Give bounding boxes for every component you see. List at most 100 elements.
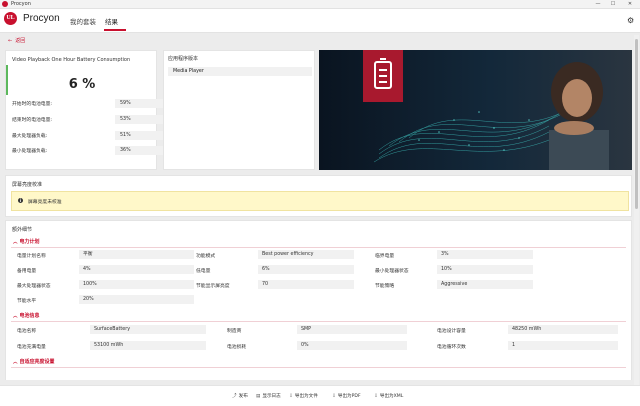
kv-label: 电池充满电量 xyxy=(17,345,46,350)
export-pdf-label: 导出为PDF xyxy=(337,394,361,399)
export-pdf-button[interactable]: ⇩ 导出为PDF xyxy=(332,393,361,399)
stat-value: 53% xyxy=(115,115,165,124)
app-version-title: 应用程序版本 xyxy=(168,56,199,62)
kv-value: 70 xyxy=(258,280,354,289)
stat-value: 51% xyxy=(115,131,165,140)
kv-value: SMP xyxy=(297,325,407,334)
stat-row: 结束时的电池电量: 53% xyxy=(12,115,165,124)
export-xml-button[interactable]: ⇩ 导出为XML xyxy=(374,393,403,399)
scrollbar-thumb[interactable] xyxy=(635,39,638,209)
kv-value: 平衡 xyxy=(79,250,194,259)
stat-label: 最大处理器负载: xyxy=(12,134,48,139)
close-button[interactable]: ✕ xyxy=(624,0,636,9)
section-divider xyxy=(11,367,626,368)
kv-value: 10% xyxy=(437,265,533,274)
kv-label: 制造商 xyxy=(227,329,242,334)
share-icon: ⤴ xyxy=(232,394,237,399)
adaptive-heading: 自适应亮度设置 xyxy=(19,359,55,365)
kv-label: 节能显示屏亮度 xyxy=(196,284,230,289)
show-log-button[interactable]: ▤ 显示日志 xyxy=(256,393,281,399)
kv-value: 0% xyxy=(297,341,407,350)
ul-logo: UL xyxy=(4,12,17,25)
tab-my-suites[interactable]: 我的套装 xyxy=(70,16,96,26)
power-plan-heading: 电力计划 xyxy=(19,239,40,245)
kv-label: 电池损耗 xyxy=(227,345,247,350)
kv-value: Aggressive xyxy=(437,280,533,289)
log-icon: ▤ xyxy=(256,394,261,399)
kv-label: 电池设计容量 xyxy=(437,329,466,334)
back-label: 返回 xyxy=(15,38,26,44)
download-icon: ⇩ xyxy=(289,394,293,399)
details-card: 额外细节 ︿ 电力计划 电量计划名称 平衡 功能模式 Best power eff… xyxy=(5,220,632,380)
download-icon: ⇩ xyxy=(374,394,378,399)
kv-label: 最大处理器状态 xyxy=(17,284,51,289)
stat-row: 最小处理器负载: 36% xyxy=(12,146,165,155)
stat-row: 开始时的电池电量: 59% xyxy=(12,99,165,108)
summary-card: Video Playback One Hour Battery Consumpt… xyxy=(5,50,165,170)
kv-value: Best power efficiency xyxy=(258,250,354,259)
title-bar: Procyon — ☐ ✕ xyxy=(0,0,640,9)
kv-value: SurfaceBattery xyxy=(90,325,206,334)
kv-value: 1 xyxy=(508,341,618,350)
kv-value: 4% xyxy=(79,265,194,274)
export-file-label: 导出为文件 xyxy=(294,394,318,399)
kv-value: 100% xyxy=(79,280,194,289)
brightness-card: 屏幕亮度校准 i 屏幕亮度未校准 xyxy=(5,175,632,217)
kv-value: 20% xyxy=(79,295,194,304)
kv-value: 6% xyxy=(258,265,354,274)
chevron-up-icon: ︿ xyxy=(13,314,18,319)
kv-label: 节能水平 xyxy=(17,299,37,304)
info-icon: i xyxy=(18,198,23,203)
kv-label: 功能模式 xyxy=(196,254,216,259)
adaptive-brightness-section-toggle[interactable]: ︿ 自适应亮度设置 xyxy=(13,358,55,365)
kv-value: 48250 mWh xyxy=(508,325,618,334)
kv-label: 低电量 xyxy=(196,269,211,274)
kv-label: 最小处理器状态 xyxy=(375,269,409,274)
section-divider xyxy=(11,321,626,322)
scrollbar[interactable] xyxy=(634,35,639,385)
kv-label: 节能策略 xyxy=(375,284,395,289)
kv-label: 临界电量 xyxy=(375,254,395,259)
app-icon xyxy=(2,1,8,7)
window-title: Procyon xyxy=(11,1,31,7)
publish-label: 发布 xyxy=(238,394,248,399)
stat-value: 59% xyxy=(115,99,165,108)
stat-label: 最小处理器负载: xyxy=(12,149,48,154)
hero-illustration xyxy=(319,50,632,170)
minimize-button[interactable]: — xyxy=(592,0,604,9)
power-plan-section-toggle[interactable]: ︿ 电力计划 xyxy=(13,238,40,245)
export-file-button[interactable]: ⇩ 导出为文件 xyxy=(289,393,318,399)
gear-icon[interactable]: ⚙ xyxy=(627,16,634,25)
hero-image xyxy=(319,50,632,170)
section-divider xyxy=(11,247,626,248)
details-title: 额外细节 xyxy=(12,227,33,233)
kv-label: 电池名称 xyxy=(17,329,37,334)
footer-toolbar: ⤴ 发布 ▤ 显示日志 ⇩ 导出为文件 ⇩ 导出为PDF ⇩ 导出为XML xyxy=(0,385,640,406)
kv-value: 3% xyxy=(437,250,533,259)
app-version-card: 应用程序版本 Media Player xyxy=(163,50,315,170)
stat-row: 最大处理器负载: 51% xyxy=(12,131,165,140)
brightness-title: 屏幕亮度校准 xyxy=(12,182,43,188)
back-link[interactable]: ← 返回 xyxy=(8,37,25,44)
battery-heading: 电池信息 xyxy=(19,313,40,319)
maximize-button[interactable]: ☐ xyxy=(607,0,619,9)
publish-button[interactable]: ⤴ 发布 xyxy=(232,393,248,399)
notice-text: 屏幕亮度未校准 xyxy=(28,200,62,205)
test-name: Video Playback One Hour Battery Consumpt… xyxy=(12,57,131,63)
kv-value: 53100 mWh xyxy=(90,341,206,350)
show-log-label: 显示日志 xyxy=(262,394,281,399)
arrow-left-icon: ← xyxy=(8,38,13,44)
app-header xyxy=(0,9,640,33)
brand-name: Procyon xyxy=(23,13,60,24)
tab-results[interactable]: 结果 xyxy=(105,16,118,26)
battery-section-toggle[interactable]: ︿ 电池信息 xyxy=(13,312,40,319)
export-xml-label: 导出为XML xyxy=(379,394,404,399)
stat-value: 36% xyxy=(115,146,165,155)
chevron-up-icon: ︿ xyxy=(13,360,18,365)
stat-label: 开始时的电池电量: xyxy=(12,102,52,107)
brightness-notice: i 屏幕亮度未校准 xyxy=(11,191,629,211)
stat-label: 结束时的电池电量: xyxy=(12,118,52,123)
chevron-up-icon: ︿ xyxy=(13,240,18,245)
kv-label: 备用电量 xyxy=(17,269,37,274)
download-icon: ⇩ xyxy=(332,394,336,399)
